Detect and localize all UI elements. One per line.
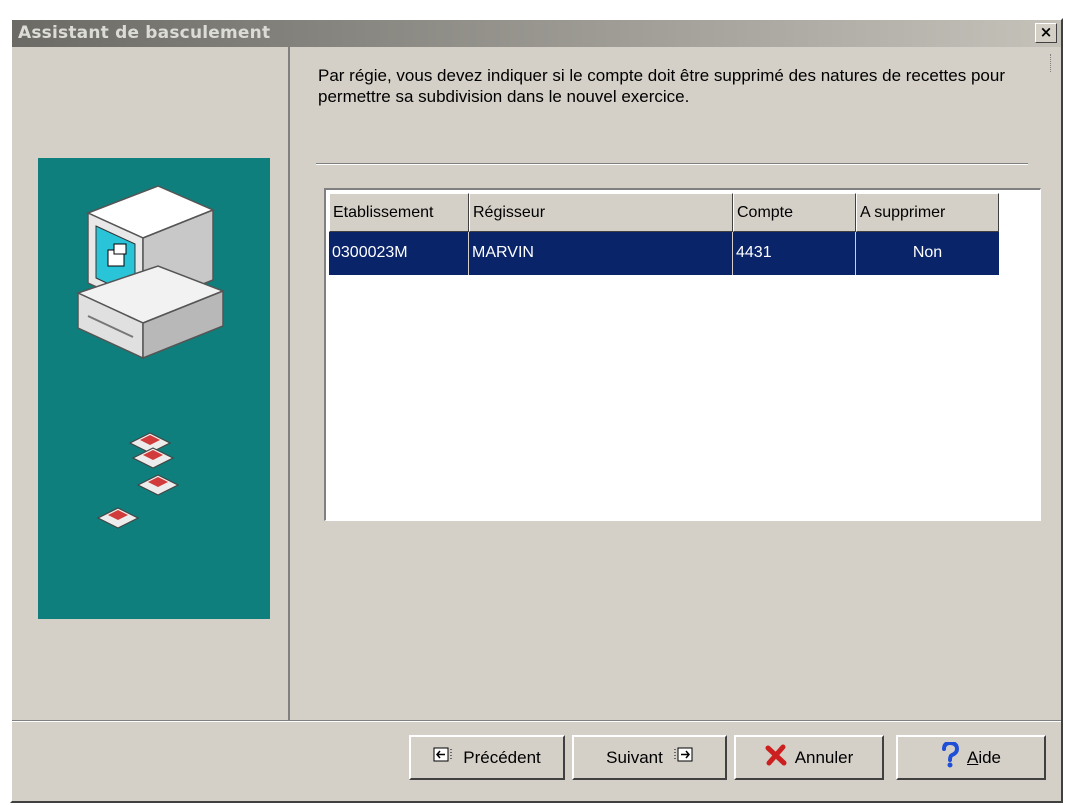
instruction-text: Par régie, vous devez indiquer si le com… (318, 66, 1005, 106)
footer-divider (12, 720, 1061, 722)
question-mark-icon (941, 740, 959, 773)
cell-a-supprimer[interactable]: Non (856, 232, 999, 275)
previous-label: Précédent (463, 747, 541, 767)
cancel-label: Annuler (794, 747, 854, 767)
column-header-compte[interactable]: Compte (733, 193, 856, 232)
cell-regisseur[interactable]: MARVIN (469, 232, 733, 275)
side-panel (12, 47, 290, 720)
cell-compte[interactable]: 4431 (733, 232, 856, 275)
cancel-button[interactable]: Annuler (734, 735, 884, 780)
close-icon: × (1039, 23, 1053, 41)
help-label: Aide (966, 747, 1002, 767)
next-button[interactable]: Suivant (572, 735, 727, 780)
cell-etablissement[interactable]: 0300023M (329, 232, 469, 275)
next-label: Suivant (606, 747, 663, 767)
regie-table[interactable]: Etablissement Régisseur Compte A supprim… (323, 187, 1042, 522)
resize-grip (1050, 54, 1053, 72)
help-button[interactable]: Aide (896, 735, 1046, 780)
red-x-icon (765, 744, 787, 771)
column-header-etablissement[interactable]: Etablissement (329, 193, 469, 232)
arrow-right-icon (671, 747, 693, 768)
wizard-illustration (38, 158, 270, 619)
divider (316, 163, 1028, 165)
title-bar[interactable]: Assistant de basculement × (12, 20, 1061, 47)
column-header-regisseur[interactable]: Régisseur (469, 193, 733, 232)
previous-button[interactable]: Précédent (409, 735, 565, 780)
computer-disks-illustration (75, 185, 226, 529)
column-header-a-supprimer[interactable]: A supprimer (856, 193, 999, 232)
table-row[interactable]: 0300023M MARVIN 4431 Non (329, 232, 999, 275)
close-button[interactable]: × (1035, 23, 1057, 43)
window-title: Assistant de basculement (18, 23, 271, 43)
floppy-disk-icon (96, 432, 180, 529)
computer-icon (75, 185, 226, 360)
arrow-left-icon (433, 747, 455, 768)
wizard-window: Assistant de basculement × Par régie, vo… (10, 18, 1063, 803)
